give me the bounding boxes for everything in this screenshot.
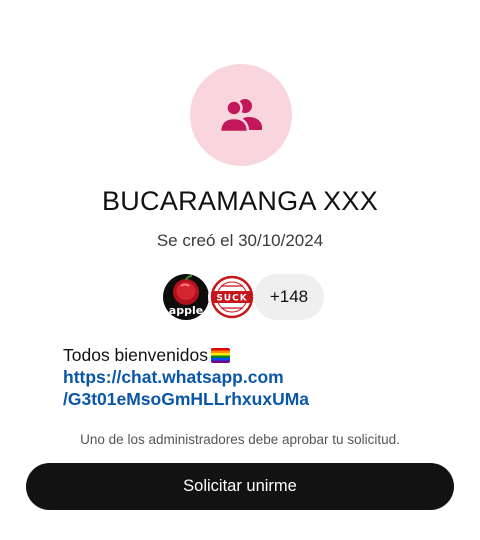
request-join-button[interactable]: Solicitar unirme xyxy=(26,463,454,510)
member-avatars-row[interactable]: apple SUCK +148 xyxy=(162,273,324,321)
group-title: BUCARAMANGA XXX xyxy=(101,186,379,216)
group-people-icon xyxy=(218,99,262,133)
member-count-badge[interactable]: +148 xyxy=(254,274,324,320)
group-invite-page: BUCARAMANGA XXX Se creó el 30/10/2024 ap… xyxy=(0,0,480,540)
svg-text:apple: apple xyxy=(169,304,203,317)
description-text: Todos bienvenidos xyxy=(63,345,208,365)
invite-link[interactable]: https://chat.whatsapp.com /G3t01eMsoGmHL… xyxy=(63,366,443,410)
invite-link-line1: https://chat.whatsapp.com xyxy=(63,367,284,387)
approval-note: Uno de los administradores debe aprobar … xyxy=(80,432,400,447)
stamp-avatar-image: SUCK xyxy=(209,274,255,320)
apple-avatar-image: apple xyxy=(163,274,209,320)
group-created-date: Se creó el 30/10/2024 xyxy=(156,231,324,250)
invite-link-line2: /G3t01eMsoGmHLLrhxuxUMa xyxy=(63,389,310,409)
group-avatar xyxy=(190,64,292,166)
svg-text:SUCK: SUCK xyxy=(216,294,247,304)
rainbow-flag-icon xyxy=(210,347,230,363)
group-description: Todos bienvenidos https://chat.whatsapp.… xyxy=(63,344,443,410)
member-avatar-stamp[interactable]: SUCK xyxy=(208,273,256,321)
member-avatar-apple[interactable]: apple xyxy=(162,273,210,321)
